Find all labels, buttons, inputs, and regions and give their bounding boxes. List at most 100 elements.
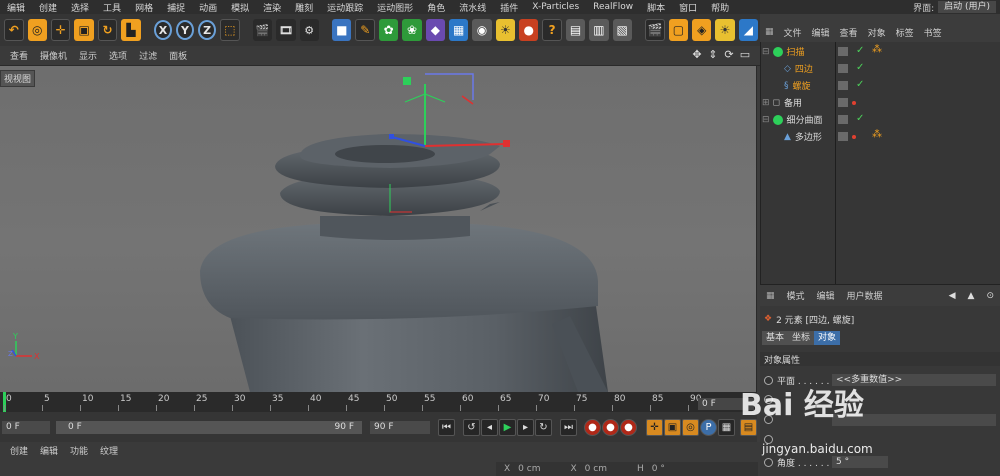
om-menu-file[interactable]: 文件: [779, 26, 807, 39]
om-menu-object[interactable]: 对象: [863, 26, 891, 39]
y-axis-lock-icon[interactable]: Y: [175, 20, 195, 40]
object-row-helix[interactable]: § 螺旋: [762, 77, 998, 94]
play-icon[interactable]: ▶: [499, 419, 516, 436]
menu-item-11[interactable]: 运动图形: [370, 1, 420, 14]
object-row-backup[interactable]: ⊞ ◻ 备用: [762, 94, 998, 111]
om-menu-edit[interactable]: 编辑: [807, 26, 835, 39]
plugin-icon[interactable]: ◢: [738, 19, 759, 41]
pan-icon[interactable]: ✥: [690, 48, 704, 62]
array-icon[interactable]: ❀: [402, 19, 422, 41]
menu-item-14[interactable]: 插件: [493, 1, 525, 14]
start-frame-field[interactable]: 0 F: [2, 421, 50, 434]
next-frame-icon[interactable]: ▸: [517, 419, 534, 436]
menu-item-6[interactable]: 动画: [192, 1, 224, 14]
attr-menu-icon[interactable]: ▦: [760, 291, 781, 301]
key-parameter-icon[interactable]: P: [700, 419, 717, 436]
viewport-menu-options[interactable]: 选项: [103, 49, 133, 62]
previous-key-icon[interactable]: ↺: [463, 419, 480, 436]
coordinate-system-icon[interactable]: ⬚: [220, 19, 240, 41]
menu-item-1[interactable]: 创建: [32, 1, 64, 14]
menu-item-19[interactable]: 帮助: [704, 1, 736, 14]
material-menu-edit[interactable]: 编辑: [34, 444, 64, 457]
render-picture-viewer-icon[interactable]: 🎞: [276, 19, 296, 41]
move-icon[interactable]: ✛: [50, 19, 71, 41]
grid-2-icon[interactable]: ▥: [589, 19, 609, 41]
om-menu-icon[interactable]: ▦: [760, 27, 779, 37]
maximize-icon[interactable]: ▭: [738, 48, 752, 62]
light-icon[interactable]: ☀: [495, 19, 516, 41]
viewport-menu-panel[interactable]: 面板: [163, 49, 193, 62]
tag-icon[interactable]: ⁂: [872, 129, 882, 140]
orbit-icon[interactable]: ⟳: [722, 48, 736, 62]
menu-item-8[interactable]: 渲染: [256, 1, 288, 14]
live-select-icon[interactable]: ◎: [27, 19, 47, 41]
layout-selector[interactable]: 界面: 启动 (用户): [909, 0, 1000, 14]
material-menu-create[interactable]: 创建: [4, 444, 34, 457]
clapper-icon[interactable]: 🎬: [645, 19, 665, 41]
om-menu-bookmarks[interactable]: 书签: [919, 26, 947, 39]
key-rotation-icon[interactable]: ◎: [682, 419, 699, 436]
viewport-menu-display[interactable]: 显示: [73, 49, 103, 62]
cube-icon[interactable]: ■: [332, 19, 352, 41]
tab-object[interactable]: 对象: [814, 331, 841, 345]
recent-tool-icon[interactable]: ▙: [121, 19, 141, 41]
viewport-menu-camera[interactable]: 摄像机: [34, 49, 73, 62]
z-axis-lock-icon[interactable]: Z: [198, 20, 217, 40]
render-view-icon[interactable]: 🎬: [252, 19, 273, 41]
menu-item-18[interactable]: 窗口: [672, 1, 704, 14]
timeline-ruler[interactable]: 0 5 10 15 20 25 30 35 40 45 50 55 60 65 70 75 80 85 90 0 F: [0, 392, 757, 412]
dolly-icon[interactable]: ⇕: [706, 48, 720, 62]
object-row-rectangle[interactable]: ◇ 四边: [762, 60, 998, 77]
object-row-subdivision[interactable]: ⊟ 细分曲面: [762, 111, 998, 128]
camera-icon[interactable]: ◉: [472, 19, 492, 41]
rotate-icon[interactable]: ↻: [97, 19, 118, 41]
coord-x2-value[interactable]: 0 cm: [585, 464, 607, 474]
om-menu-tags[interactable]: 标签: [891, 26, 919, 39]
end-frame-field[interactable]: 90 F: [370, 421, 430, 434]
go-to-start-icon[interactable]: ⏮: [438, 419, 455, 436]
viewport-menu-filter[interactable]: 过滤: [133, 49, 163, 62]
attr-menu-edit[interactable]: 编辑: [811, 289, 841, 302]
frame-range-slider[interactable]: 0 F 90 F: [56, 421, 362, 434]
menu-item-5[interactable]: 捕捉: [160, 1, 192, 14]
tab-basic[interactable]: 基本: [762, 331, 789, 345]
scale-icon[interactable]: ▣: [74, 19, 94, 41]
help-icon[interactable]: ?: [542, 19, 562, 41]
grid-3-icon[interactable]: ▧: [612, 19, 632, 41]
menu-item-7[interactable]: 模拟: [224, 1, 256, 14]
lock-icon[interactable]: ⊙: [980, 291, 1000, 301]
coord-h-value[interactable]: 0 °: [652, 464, 665, 474]
tab-coord[interactable]: 坐标: [788, 331, 815, 345]
menu-item-13[interactable]: 流水线: [452, 1, 493, 14]
next-key-icon[interactable]: ↻: [535, 419, 552, 436]
menu-item-10[interactable]: 运动跟踪: [320, 1, 370, 14]
menu-item-17[interactable]: 脚本: [640, 1, 672, 14]
previous-frame-icon[interactable]: ◂: [481, 419, 498, 436]
grid-icon[interactable]: ▤: [565, 19, 586, 41]
menu-item-16[interactable]: RealFlow: [586, 2, 640, 12]
viewport-menu-view[interactable]: 查看: [4, 49, 34, 62]
x-axis-lock-icon[interactable]: X: [153, 20, 172, 40]
key-selection-icon[interactable]: ●: [620, 419, 637, 436]
attr-menu-mode[interactable]: 模式: [781, 289, 811, 302]
coord-x-value[interactable]: 0 cm: [518, 464, 540, 474]
deformer-icon[interactable]: ◆: [425, 19, 446, 41]
layout-value[interactable]: 启动 (用户): [938, 1, 996, 13]
3d-viewport[interactable]: 视视图 Y X Z: [0, 66, 757, 392]
key-pla-icon[interactable]: ▦: [718, 419, 735, 436]
lightbulb-icon[interactable]: ☀: [715, 19, 735, 41]
up-arrow-icon[interactable]: ▲: [962, 291, 981, 301]
attr-menu-userdata[interactable]: 用户数据: [841, 289, 889, 302]
menu-item-9[interactable]: 雕刻: [288, 1, 320, 14]
subdivision-icon[interactable]: ✿: [379, 19, 399, 41]
undo-icon[interactable]: ↶: [4, 19, 24, 41]
menu-item-4[interactable]: 网格: [128, 1, 160, 14]
menu-item-15[interactable]: X-Particles: [525, 2, 586, 12]
go-to-end-icon[interactable]: ⏭: [560, 419, 577, 436]
om-menu-view[interactable]: 查看: [835, 26, 863, 39]
pen-icon[interactable]: ✎: [355, 19, 376, 41]
tag-icon[interactable]: ⁂: [872, 44, 882, 55]
material-icon[interactable]: ●: [519, 19, 539, 41]
record-icon[interactable]: ●: [584, 419, 601, 436]
menu-item-3[interactable]: 工具: [96, 1, 128, 14]
